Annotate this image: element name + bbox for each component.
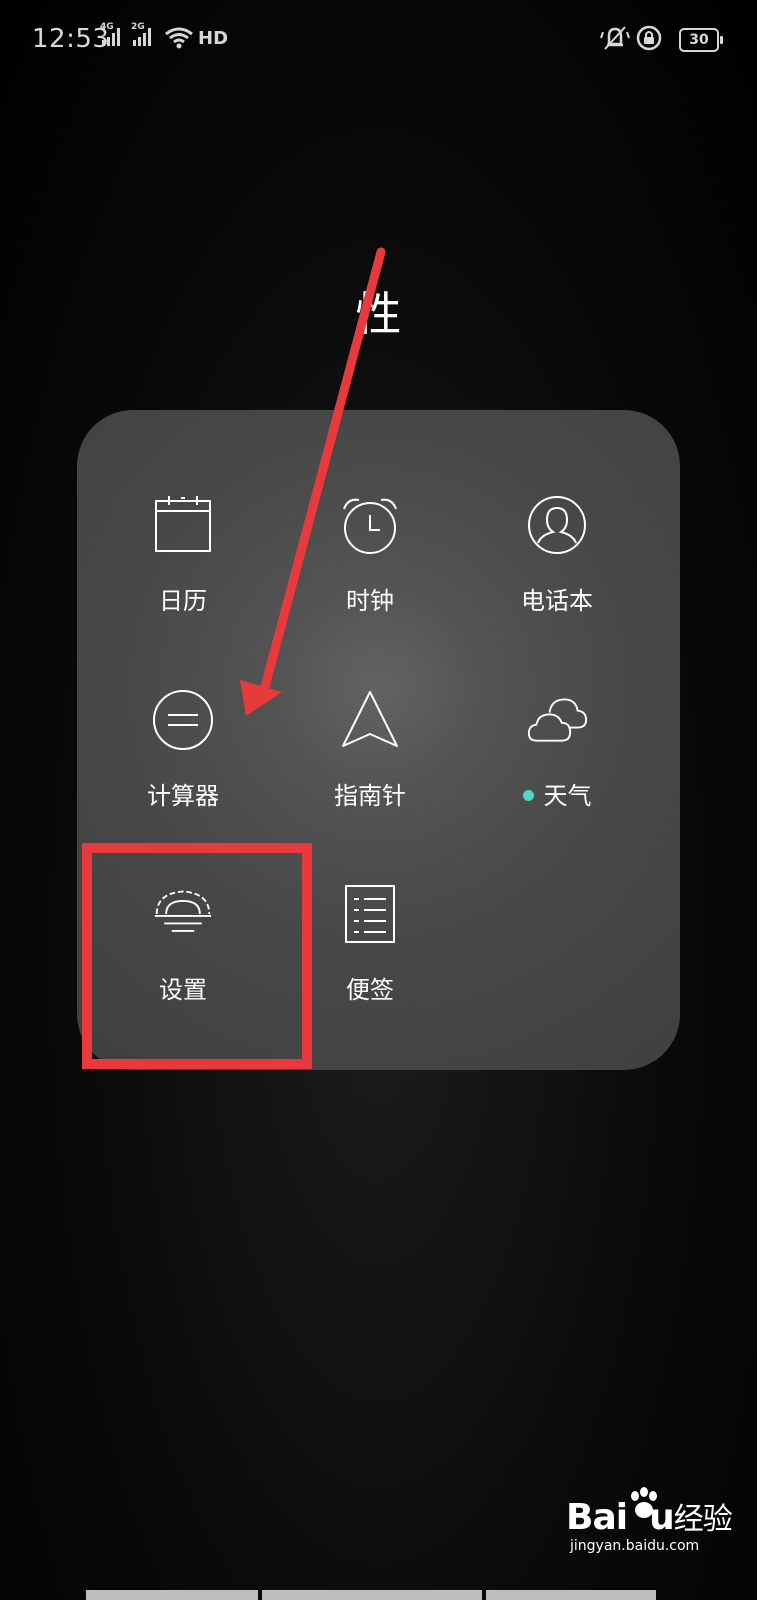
bottom-strip (86, 1590, 656, 1600)
baidu-jingyan-watermark: Bai u经验 jingyan.baidu.com (566, 1486, 746, 1556)
annotation-arrow (240, 247, 386, 716)
baidu-paw-icon (631, 1487, 657, 1518)
